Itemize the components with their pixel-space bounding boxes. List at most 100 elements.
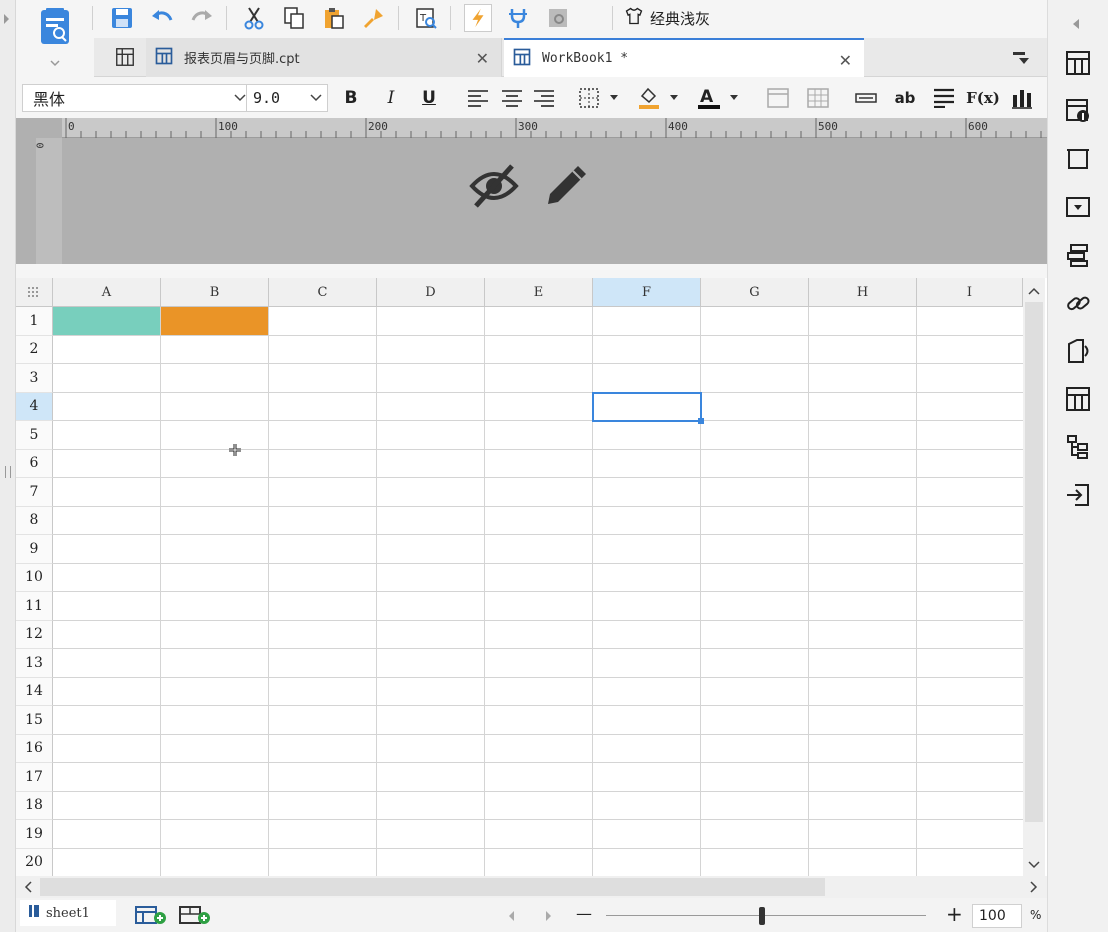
hyperlink-icon[interactable] xyxy=(1063,288,1093,318)
cell-a19[interactable] xyxy=(53,820,161,849)
cell-h3[interactable] xyxy=(809,364,917,393)
cell-e2[interactable] xyxy=(485,335,593,364)
cell-i14[interactable] xyxy=(917,678,1023,706)
cell-b20[interactable] xyxy=(161,848,269,876)
cell-b3[interactable] xyxy=(161,364,269,393)
cell-h11[interactable] xyxy=(809,592,917,621)
cell-b15[interactable] xyxy=(161,706,269,735)
row-header-8[interactable]: 8 xyxy=(16,506,53,535)
left-splitter[interactable] xyxy=(0,0,16,932)
column-header-a[interactable]: A xyxy=(53,278,161,307)
row-header-5[interactable]: 5 xyxy=(16,421,53,450)
cell-g13[interactable] xyxy=(701,649,809,678)
cell-h17[interactable] xyxy=(809,763,917,792)
save-icon[interactable] xyxy=(108,4,136,32)
cell-e14[interactable] xyxy=(485,677,593,706)
insert-chart-icon[interactable] xyxy=(1010,86,1034,110)
cell-d18[interactable] xyxy=(377,791,485,820)
cell-g18[interactable] xyxy=(701,791,809,820)
cell-c4[interactable] xyxy=(269,392,377,421)
column-header-b[interactable]: B xyxy=(161,278,269,307)
close-icon[interactable]: ✕ xyxy=(839,51,852,70)
cell-b14[interactable] xyxy=(161,677,269,706)
cell-g8[interactable] xyxy=(701,506,809,535)
cell-b7[interactable] xyxy=(161,478,269,507)
cell-a16[interactable] xyxy=(53,734,161,763)
cell-e4[interactable] xyxy=(485,392,593,421)
row-header-17[interactable]: 17 xyxy=(16,763,53,792)
chart-preview-icon[interactable] xyxy=(544,4,572,32)
cell-e8[interactable] xyxy=(485,506,593,535)
cell-d16[interactable] xyxy=(377,734,485,763)
row-header-15[interactable]: 15 xyxy=(16,706,53,735)
cell-g14[interactable] xyxy=(701,677,809,706)
cell-e16[interactable] xyxy=(485,734,593,763)
cell-e18[interactable] xyxy=(485,791,593,820)
cell-i9[interactable] xyxy=(917,535,1023,564)
cell-d1[interactable] xyxy=(377,307,485,336)
cell-e7[interactable] xyxy=(485,478,593,507)
cell-i2[interactable] xyxy=(917,336,1023,364)
cell-i12[interactable] xyxy=(917,621,1023,649)
cell-a12[interactable] xyxy=(53,620,161,649)
add-dashboard-sheet-icon[interactable] xyxy=(178,904,212,929)
theme-button[interactable]: 经典浅灰 xyxy=(624,5,710,31)
cell-d10[interactable] xyxy=(377,563,485,592)
cell-d14[interactable] xyxy=(377,677,485,706)
cell-e12[interactable] xyxy=(485,620,593,649)
collapse-right-icon[interactable] xyxy=(1072,18,1080,33)
cell-d11[interactable] xyxy=(377,592,485,621)
cell-i5[interactable] xyxy=(917,421,1023,450)
cell-c18[interactable] xyxy=(269,791,377,820)
report-format-icon[interactable] xyxy=(1063,336,1093,366)
cell-c1[interactable] xyxy=(269,307,377,336)
prev-sheet-icon[interactable] xyxy=(508,910,516,925)
zoom-out-button[interactable]: — xyxy=(576,904,592,923)
row-header-19[interactable]: 19 xyxy=(16,820,53,849)
cell-i19[interactable] xyxy=(917,820,1023,849)
font-color-button[interactable]: A xyxy=(696,86,742,110)
paste-icon[interactable] xyxy=(320,4,348,32)
cell-g12[interactable] xyxy=(701,620,809,649)
cell-i18[interactable] xyxy=(917,792,1023,820)
cell-c3[interactable] xyxy=(269,364,377,393)
cell-e15[interactable] xyxy=(485,706,593,735)
cell-g19[interactable] xyxy=(701,820,809,849)
cell-b5[interactable] xyxy=(161,421,269,450)
cell-b10[interactable] xyxy=(161,563,269,592)
copy-icon[interactable] xyxy=(280,4,308,32)
cell-g11[interactable] xyxy=(701,592,809,621)
column-header-h[interactable]: H xyxy=(809,278,917,307)
cell-b16[interactable] xyxy=(161,734,269,763)
wrap-text-button[interactable]: ab xyxy=(892,86,918,110)
cell-e9[interactable] xyxy=(485,535,593,564)
horizontal-scrollbar[interactable] xyxy=(16,876,1047,898)
cell-a17[interactable] xyxy=(53,763,161,792)
column-header-f[interactable]: F xyxy=(593,278,701,307)
cell-h1[interactable] xyxy=(809,307,917,336)
zoom-slider-thumb[interactable] xyxy=(759,907,765,925)
close-icon[interactable]: ✕ xyxy=(476,49,489,68)
cell-i3[interactable] xyxy=(917,364,1023,393)
cell-h16[interactable] xyxy=(809,734,917,763)
column-header-c[interactable]: C xyxy=(269,278,377,307)
cell-b17[interactable] xyxy=(161,763,269,792)
align-center-icon[interactable] xyxy=(500,86,524,110)
cell-c10[interactable] xyxy=(269,563,377,592)
cell-b13[interactable] xyxy=(161,649,269,678)
cell-f19[interactable] xyxy=(593,820,701,849)
row-header-2[interactable]: 2 xyxy=(16,335,53,364)
cell-c20[interactable] xyxy=(269,848,377,876)
row-header-6[interactable]: 6 xyxy=(16,449,53,478)
cell-g9[interactable] xyxy=(701,535,809,564)
row-header-20[interactable]: 20 xyxy=(16,848,53,877)
cell-e1[interactable] xyxy=(485,307,593,336)
cell-c16[interactable] xyxy=(269,734,377,763)
cell-a15[interactable] xyxy=(53,706,161,735)
eye-off-icon[interactable] xyxy=(468,162,520,213)
cell-i7[interactable] xyxy=(917,478,1023,507)
row-header-18[interactable]: 18 xyxy=(16,791,53,820)
fill-handle[interactable] xyxy=(698,418,704,424)
cell-h14[interactable] xyxy=(809,677,917,706)
cell-element-icon[interactable] xyxy=(1063,384,1093,414)
